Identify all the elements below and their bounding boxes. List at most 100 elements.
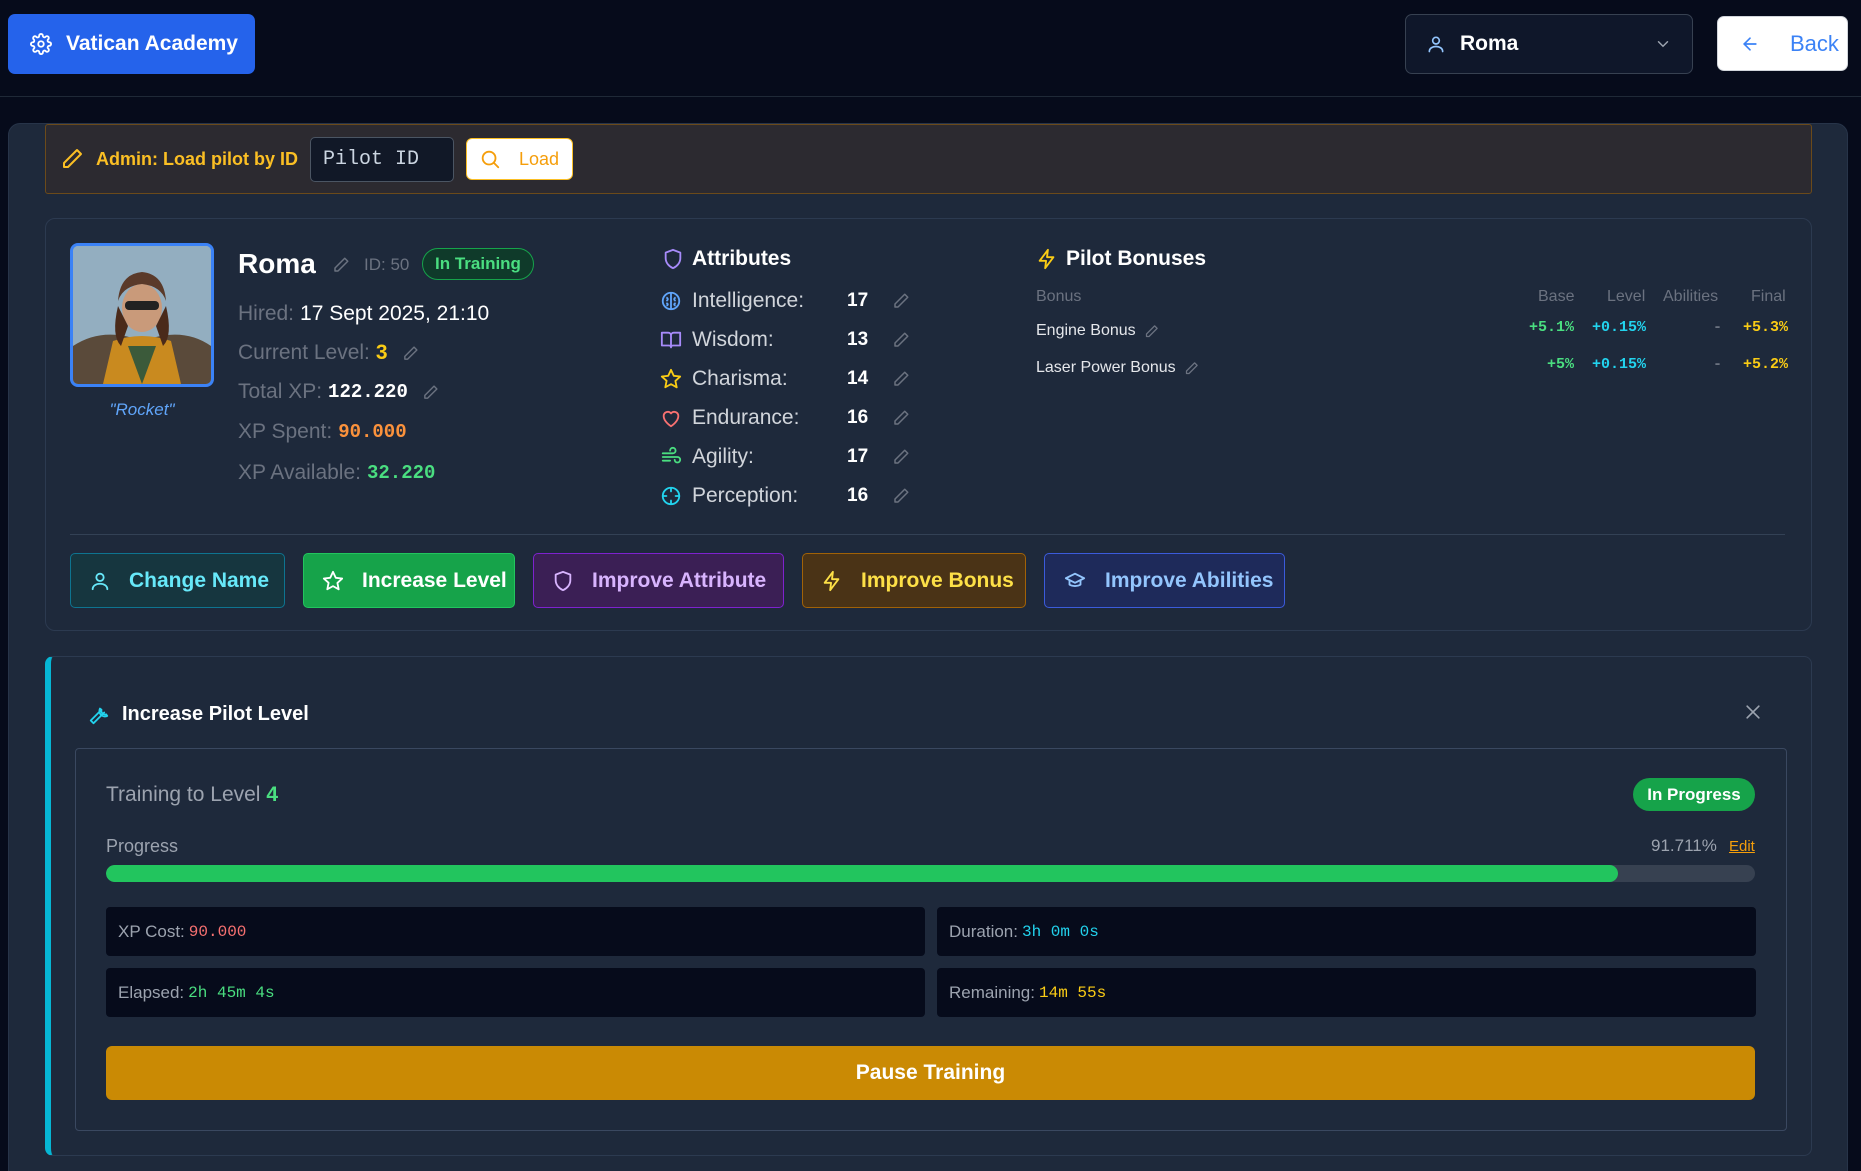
lightning-icon (1036, 248, 1058, 270)
elapsed-box: Elapsed: 2h 45m 4s (106, 968, 925, 1017)
increase-level-label: Increase Level (362, 568, 507, 592)
panel-title-text: Increase Pilot Level (122, 703, 309, 725)
close-icon[interactable] (1743, 702, 1763, 722)
improve-bonus-button[interactable]: Improve Bonus (802, 553, 1026, 608)
attribute-label: Agility: (692, 445, 754, 468)
star-icon (660, 368, 682, 390)
attribute-row-agility: Agility: 17 (660, 441, 920, 473)
level-row: Current Level: 3 (238, 341, 419, 365)
user-icon (1426, 34, 1446, 54)
edit-attribute-icon[interactable] (892, 487, 910, 505)
attribute-value: 16 (847, 485, 869, 506)
bonus-name: Engine Bonus (1036, 322, 1136, 339)
target-level: 4 (266, 783, 279, 806)
academy-label: Vatican Academy (66, 32, 238, 55)
bonuses-title: Pilot Bonuses (1036, 247, 1206, 271)
back-label: Back (1790, 30, 1839, 56)
attributes-title: Attributes (662, 247, 791, 271)
pencil-icon (60, 147, 84, 171)
xp-cost-label: XP Cost: (118, 921, 185, 941)
progress-percent: 91.711% (1651, 836, 1717, 855)
base-column-header: Base (1538, 288, 1575, 305)
pilot-id-input[interactable] (309, 136, 454, 182)
attribute-label: Charisma: (692, 367, 788, 390)
training-to-label: Training to Level (106, 783, 261, 806)
xp-value: 122.220 (328, 381, 408, 403)
edit-bonus-icon[interactable] (1184, 361, 1199, 376)
edit-bonus-icon[interactable] (1144, 324, 1159, 339)
xp-spent-value: 90.000 (338, 421, 407, 443)
elapsed-value: 2h 45m 4s (188, 983, 275, 1002)
attribute-value: 13 (847, 329, 869, 350)
admin-label: Admin: Load pilot by ID (96, 148, 298, 169)
academy-button[interactable]: Vatican Academy (8, 14, 255, 74)
remaining-box: Remaining: 14m 55s (937, 968, 1756, 1017)
bonus-final: +5.2% (1742, 356, 1788, 373)
pilot-name: Roma (238, 248, 316, 279)
xp-row: Total XP: 122.220 (238, 380, 439, 404)
bonus-column-header: Bonus (1036, 288, 1082, 305)
progress-edit-link[interactable]: Edit (1729, 838, 1755, 855)
back-button[interactable]: Back (1717, 16, 1848, 71)
attribute-value: 16 (847, 407, 869, 428)
bonus-base: +5% (1546, 356, 1574, 373)
level-column-header: Level (1607, 288, 1646, 305)
brain-icon (660, 290, 682, 312)
change-name-button[interactable]: Change Name (70, 553, 285, 608)
improve-abilities-label: Improve Abilities (1105, 568, 1274, 592)
attribute-row-charisma: Charisma: 14 (660, 363, 920, 395)
improve-bonus-label: Improve Bonus (861, 568, 1014, 592)
wind-icon (660, 446, 682, 468)
book-icon (660, 329, 682, 351)
edit-attribute-icon[interactable] (892, 448, 910, 466)
hired-row: Hired: 17 Sept 2025, 21:10 (238, 302, 489, 326)
progress-bar-fill (106, 865, 1619, 882)
attribute-row-intelligence: Intelligence: 17 (660, 285, 920, 317)
improve-attribute-label: Improve Attribute (592, 568, 767, 592)
attribute-row-endurance: Endurance: 16 (660, 402, 920, 434)
bonus-base: +5.1% (1528, 319, 1574, 336)
edit-level-icon[interactable] (402, 345, 419, 362)
edit-attribute-icon[interactable] (892, 370, 910, 388)
bonus-row-engine: Engine Bonus (1036, 322, 1159, 340)
bonuses-title-text: Pilot Bonuses (1066, 247, 1207, 270)
wrench-icon (88, 704, 110, 726)
crosshair-icon (660, 485, 682, 507)
xp-cost-box: XP Cost: 90.000 (106, 907, 925, 956)
edit-attribute-icon[interactable] (892, 409, 910, 427)
edit-xp-icon[interactable] (422, 384, 439, 401)
user-icon (89, 570, 111, 592)
gear-icon (30, 33, 52, 55)
heart-icon (660, 407, 682, 429)
increase-level-button[interactable]: Increase Level (303, 553, 515, 608)
training-heading: Training to Level 4 (106, 783, 278, 807)
elapsed-label: Elapsed: (118, 982, 185, 1002)
improve-attribute-button[interactable]: Improve Attribute (533, 553, 784, 608)
edit-attribute-icon[interactable] (892, 331, 910, 349)
edit-name-icon[interactable] (332, 256, 350, 274)
admin-bar: Admin: Load pilot by ID Load (45, 124, 1812, 194)
pilot-avatar[interactable] (70, 243, 214, 387)
progress-label: Progress (106, 836, 179, 856)
hired-label: Hired: (238, 302, 295, 325)
pause-training-label: Pause Training (855, 1061, 1006, 1084)
top-bar: Vatican Academy Roma Back (0, 0, 1861, 97)
change-name-label: Change Name (129, 568, 270, 592)
attribute-row-wisdom: Wisdom: 13 (660, 324, 920, 356)
xp-spent-row: XP Spent: 90.000 (238, 420, 407, 444)
panel-title: Increase Pilot Level (88, 703, 309, 726)
arrow-left-icon (1740, 34, 1760, 54)
attributes-title-text: Attributes (692, 247, 792, 270)
attribute-label: Wisdom: (692, 328, 774, 351)
remaining-label: Remaining: (949, 982, 1035, 1002)
edit-attribute-icon[interactable] (892, 292, 910, 310)
pause-training-button[interactable]: Pause Training (106, 1046, 1755, 1100)
improve-abilities-button[interactable]: Improve Abilities (1044, 553, 1285, 608)
load-button[interactable]: Load (465, 138, 573, 180)
user-select[interactable]: Roma (1405, 14, 1693, 74)
lightning-icon (821, 570, 843, 592)
bonus-level: +0.15% (1591, 319, 1646, 336)
remaining-value: 14m 55s (1039, 983, 1107, 1002)
bonus-name: Laser Power Bonus (1036, 359, 1176, 376)
final-column-header: Final (1751, 288, 1786, 305)
